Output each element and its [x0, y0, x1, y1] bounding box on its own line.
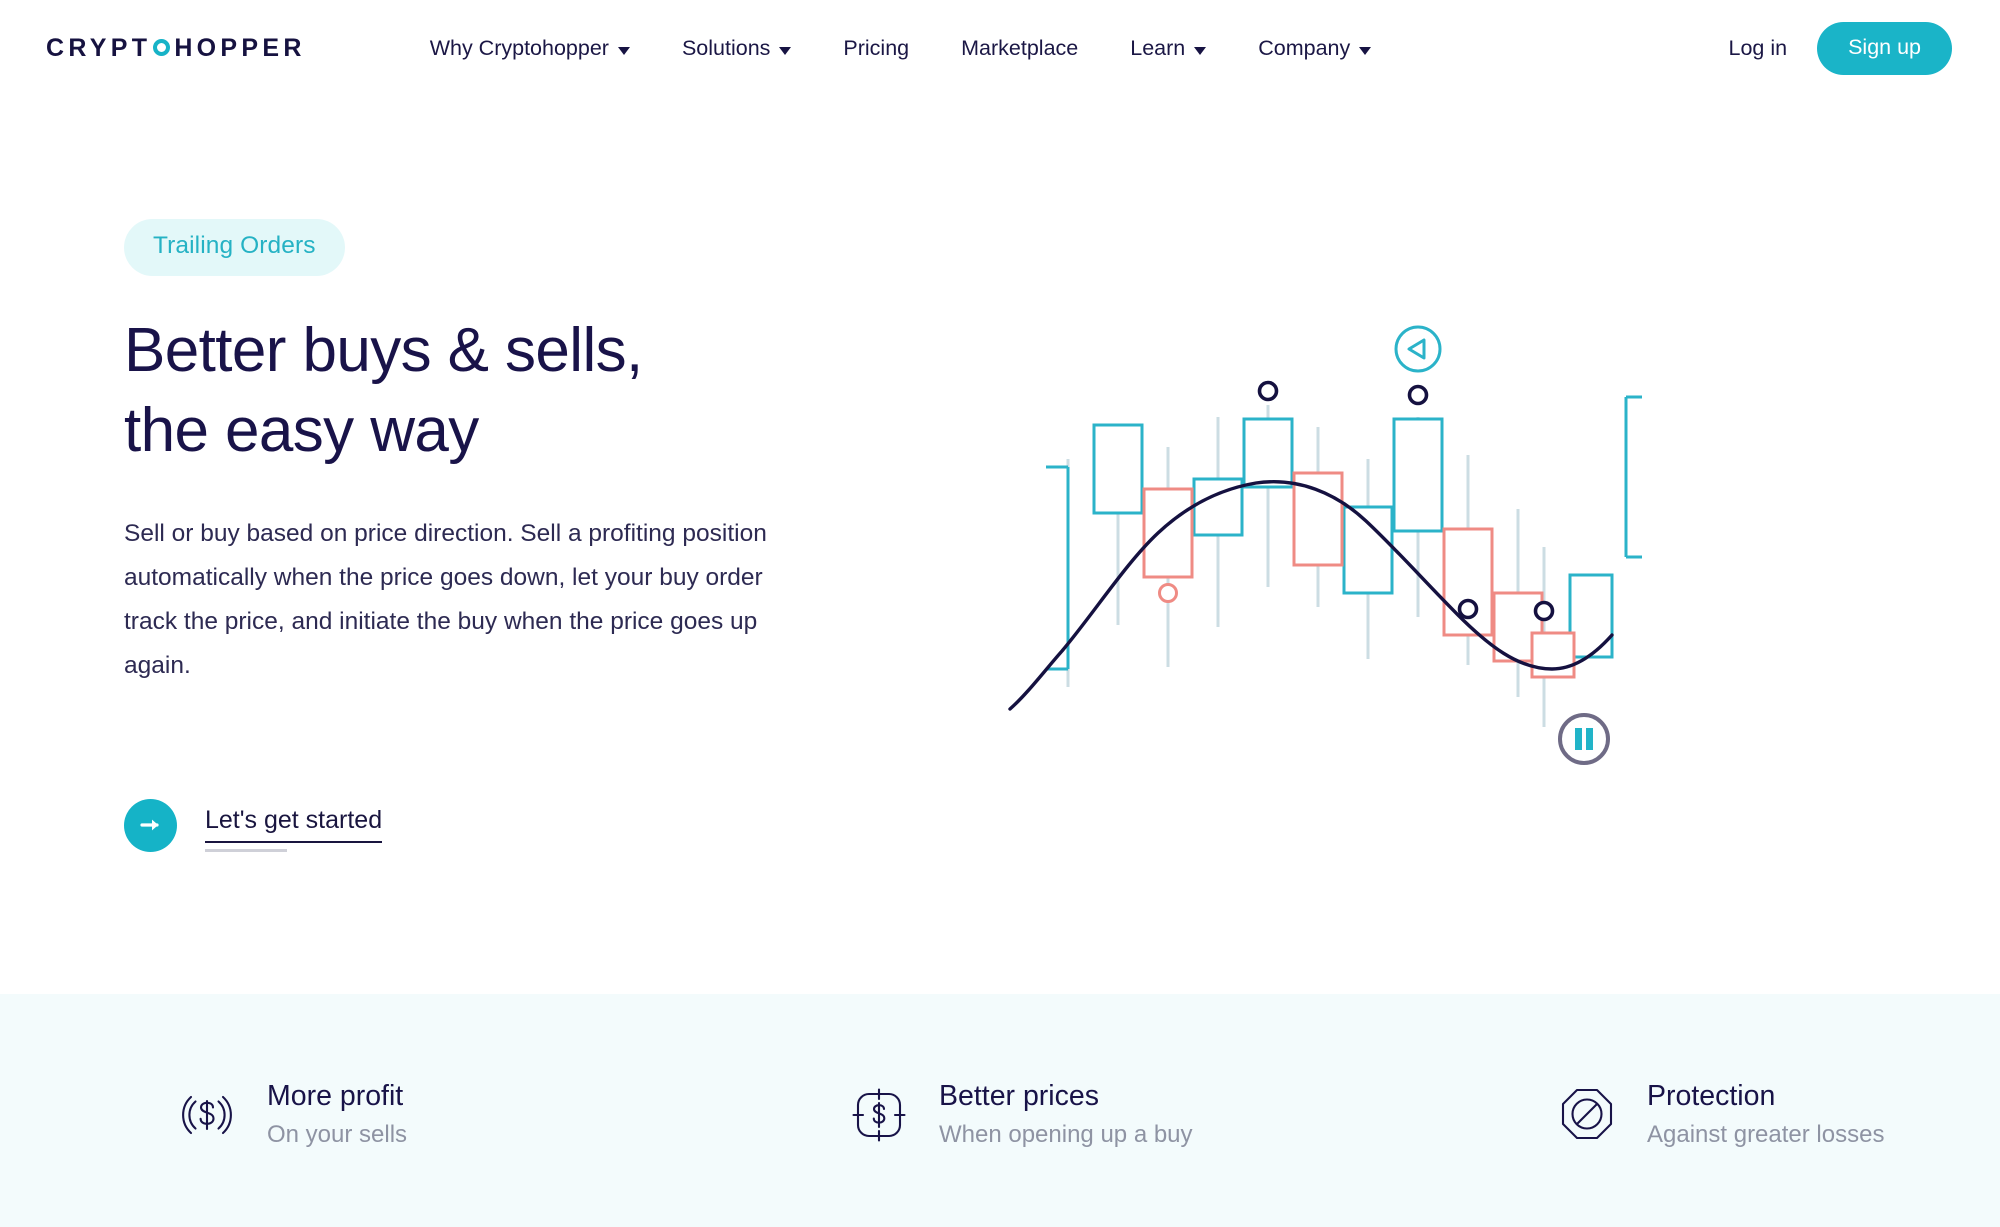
feature-protection: Protection Against greater losses — [1455, 1071, 2000, 1151]
nav-label: Learn — [1130, 36, 1186, 60]
nav-item-marketplace[interactable]: Marketplace — [935, 26, 1104, 71]
feature-more-profit: More profit On your sells — [175, 1071, 795, 1151]
cta-label: Let's get started — [205, 807, 383, 843]
marker-bear-1 — [1158, 583, 1178, 603]
feature-text: Better prices When opening up a buy — [939, 1079, 1193, 1151]
login-link[interactable]: Log in — [1704, 24, 1811, 73]
arrow-right-icon — [124, 798, 177, 852]
hero-content: Trailing Orders Better buys & sells, the… — [46, 97, 926, 852]
nav-item-company[interactable]: Company — [1232, 26, 1397, 71]
feature-better-prices: Better prices When opening up a buy — [795, 1071, 1455, 1151]
marker-dark-2 — [1407, 384, 1429, 406]
feature-subtitle: Against greater losses — [1647, 1121, 1885, 1149]
chevron-down-icon — [617, 46, 630, 55]
feature-text: Protection Against greater losses — [1647, 1079, 1884, 1151]
page-title-line1: Better buys & sells, — [124, 315, 643, 385]
dollar-broadcast-icon — [175, 1083, 239, 1147]
signup-button[interactable]: Sign up — [1817, 22, 1952, 75]
feature-subtitle: On your sells — [267, 1121, 408, 1149]
cta-underline-accent — [205, 848, 287, 852]
candlestick-chart — [1006, 325, 1642, 817]
nav-label: Company — [1258, 36, 1351, 60]
feature-subtitle: When opening up a buy — [939, 1121, 1193, 1149]
play-triangle-icon — [1394, 325, 1442, 373]
chevron-down-icon — [1194, 46, 1207, 55]
features-section: More profit On your sells Better prices … — [0, 994, 2000, 1227]
nav-item-solutions[interactable]: Solutions — [656, 26, 817, 71]
page-title: Better buys & sells, the easy way — [124, 311, 926, 471]
hero-section: Trailing Orders Better buys & sells, the… — [0, 97, 2000, 994]
marker-dark-1 — [1257, 380, 1279, 402]
nav-item-pricing[interactable]: Pricing — [817, 26, 935, 71]
chevron-down-icon — [1359, 46, 1372, 55]
header-actions: Log in Sign up — [1704, 22, 1952, 75]
hero-illustration — [926, 97, 1954, 994]
site-header: CRYPT H O PPER Why Cryptohopper Solution… — [0, 0, 2000, 97]
bullish-candles — [1046, 395, 1642, 671]
hero-badge: Trailing Orders — [124, 219, 345, 276]
marker-dark-3 — [1457, 598, 1479, 620]
marker-dark-4 — [1533, 600, 1555, 622]
page-title-line2: the easy way — [124, 395, 479, 465]
dollar-crop-frame-icon — [847, 1083, 911, 1147]
nav-label: Pricing — [843, 36, 910, 60]
cta-text-wrap: Let's get started — [205, 807, 383, 852]
nav-label: Solutions — [681, 36, 771, 60]
nav-label: Why Cryptohopper — [429, 36, 609, 60]
main-navigation: Why Cryptohopper Solutions Pricing Marke… — [404, 26, 1398, 71]
nav-label: Marketplace — [961, 36, 1079, 60]
hero-description: Sell or buy based on price direction. Se… — [124, 519, 767, 679]
nav-item-why-cryptohopper[interactable]: Why Cryptohopper — [404, 26, 656, 71]
nav-item-learn[interactable]: Learn — [1104, 26, 1232, 71]
feature-title: Better prices — [939, 1079, 1099, 1112]
feature-title: Protection — [1647, 1079, 1776, 1112]
brand-o-icon — [152, 39, 170, 56]
brand-text-part1: CRYPT — [46, 34, 152, 62]
octagon-block-icon — [1555, 1083, 1619, 1147]
brand-logo[interactable]: CRYPT H O PPER — [46, 34, 306, 63]
chevron-down-icon — [779, 46, 792, 55]
brand-text-part2: H — [174, 34, 197, 62]
get-started-cta[interactable]: Let's get started — [124, 798, 383, 852]
pause-icon — [1558, 713, 1610, 765]
brand-text-part3: PPER — [220, 34, 306, 62]
feature-text: More profit On your sells — [267, 1079, 407, 1151]
feature-title: More profit — [267, 1079, 404, 1112]
brand-text-part2b: O — [196, 34, 221, 62]
